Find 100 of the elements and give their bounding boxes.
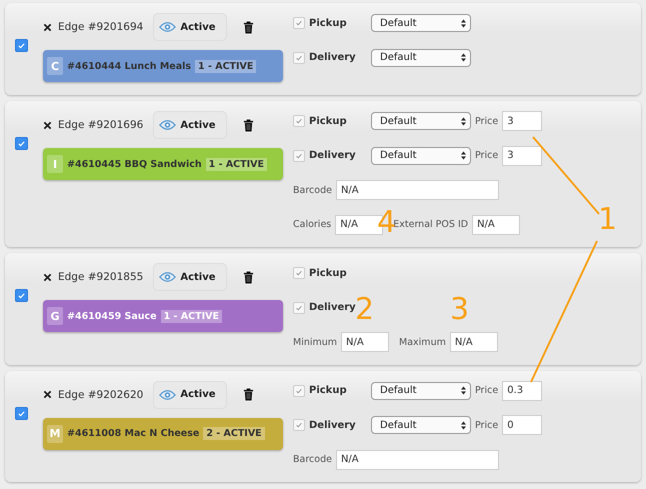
trash-icon[interactable] [243, 270, 254, 284]
field-label: Maximum [399, 336, 446, 348]
status-toggle[interactable]: Active [153, 13, 228, 41]
mode-select[interactable]: Default [371, 416, 471, 434]
annotation-number: 1 [598, 205, 618, 235]
spinner-icon [461, 18, 466, 28]
close-icon[interactable] [43, 390, 52, 399]
trash-icon[interactable] [243, 20, 254, 34]
price-label: Price [475, 385, 498, 396]
edge-title: Edge #9201696 [58, 119, 144, 131]
select-checkbox[interactable] [15, 406, 28, 420]
text-field[interactable]: N/A [336, 180, 499, 200]
spinner-icon [461, 151, 466, 160]
channel-checkbox[interactable] [293, 419, 305, 432]
mode-select[interactable]: Default [371, 112, 471, 130]
product-bar[interactable]: G #4610459 Sauce 1 - ACTIVE [43, 300, 283, 332]
field-label: Calories [293, 219, 332, 230]
price-field[interactable]: 3 [502, 146, 542, 166]
eye-icon [159, 21, 176, 33]
check-icon [17, 139, 26, 148]
mode-select[interactable]: Default [371, 382, 471, 400]
check-icon [295, 386, 303, 395]
text-field[interactable]: N/A [450, 332, 498, 352]
channel-checkbox[interactable] [293, 115, 305, 128]
check-icon [295, 304, 303, 312]
check-icon [295, 19, 303, 28]
status-toggle[interactable]: Active [153, 263, 228, 291]
price-field[interactable]: 3 [502, 111, 542, 132]
edge-title: Edge #9201694 [58, 21, 144, 33]
status-toggle[interactable]: Active [153, 111, 228, 139]
edge-title: Edge #9202620 [58, 388, 144, 400]
price-label: Price [475, 116, 498, 127]
status-toggle[interactable]: Active [153, 380, 228, 408]
check-icon [17, 408, 26, 418]
text-field[interactable]: N/A [336, 450, 499, 470]
select-checkbox[interactable] [15, 39, 28, 52]
field-label: Barcode [293, 184, 332, 196]
close-icon[interactable] [43, 22, 52, 32]
mode-select[interactable]: Default [371, 48, 471, 67]
channel-label: Pickup [309, 268, 348, 279]
spinner-icon [461, 386, 466, 396]
channel-checkbox[interactable] [293, 302, 305, 314]
status-badge: 2 - ACTIVE [203, 427, 265, 440]
product-bar[interactable]: M #4611008 Mac N Cheese 2 - ACTIVE [43, 418, 283, 450]
product-name: #4610445 BBQ Sandwich [67, 158, 202, 170]
select-checkbox[interactable] [15, 137, 28, 150]
eye-icon [159, 119, 176, 131]
field-label: Barcode [293, 454, 332, 466]
channel-label: Pickup [309, 385, 348, 396]
check-icon [295, 269, 303, 278]
mode-select[interactable]: Default [371, 146, 471, 165]
check-icon [295, 117, 303, 126]
status-badge: 1 - ACTIVE [160, 310, 222, 322]
status-badge: 1 - ACTIVE [206, 158, 268, 170]
category-letter: C [47, 57, 63, 75]
product-name: #4610459 Sauce [67, 310, 157, 322]
channel-checkbox[interactable] [293, 267, 305, 280]
channel-label: Delivery [309, 420, 357, 431]
check-icon [295, 54, 303, 62]
edge-title: Edge #9201855 [58, 271, 144, 283]
text-field[interactable]: N/A [472, 214, 520, 235]
channel-checkbox[interactable] [293, 52, 305, 64]
product-name: #4611008 Mac N Cheese [67, 428, 200, 439]
channel-label: Pickup [309, 116, 348, 127]
price-field[interactable]: 0 [502, 415, 542, 436]
spinner-icon [461, 420, 466, 430]
trash-icon[interactable] [243, 118, 254, 132]
price-label: Price [475, 420, 498, 431]
channel-label: Delivery [309, 302, 357, 314]
field-label: External POS ID [393, 219, 468, 230]
annotation-number: 3 [450, 295, 470, 325]
product-bar[interactable]: C #4610444 Lunch Meals 1 - ACTIVE [43, 50, 283, 82]
spinner-icon [461, 53, 466, 62]
status-badge: 1 - ACTIVE [195, 60, 256, 72]
spinner-icon [461, 116, 466, 126]
trash-icon[interactable] [243, 388, 254, 401]
select-checkbox[interactable] [15, 289, 28, 302]
text-field[interactable]: N/A [341, 332, 390, 352]
category-letter: I [47, 155, 63, 173]
field-label: Minimum [293, 336, 338, 348]
price-label: Price [475, 150, 498, 162]
check-icon [17, 291, 26, 300]
eye-icon [159, 388, 176, 400]
channel-checkbox[interactable] [293, 384, 305, 397]
check-icon [17, 41, 26, 50]
channel-label: Delivery [309, 52, 357, 64]
annotation-number: 2 [355, 295, 374, 325]
product-bar[interactable]: I #4610445 BBQ Sandwich 1 - ACTIVE [43, 148, 283, 180]
product-name: #4610444 Lunch Meals [67, 60, 192, 72]
check-icon [295, 421, 303, 430]
channel-label: Pickup [309, 18, 348, 29]
check-icon [295, 152, 303, 160]
channel-checkbox[interactable] [293, 17, 305, 30]
channel-checkbox[interactable] [293, 150, 305, 162]
category-letter: G [47, 307, 63, 325]
close-icon[interactable] [43, 272, 52, 282]
price-field[interactable]: 0.3 [502, 380, 542, 401]
mode-select[interactable]: Default [371, 14, 471, 32]
close-icon[interactable] [43, 120, 52, 130]
category-letter: M [47, 424, 63, 442]
